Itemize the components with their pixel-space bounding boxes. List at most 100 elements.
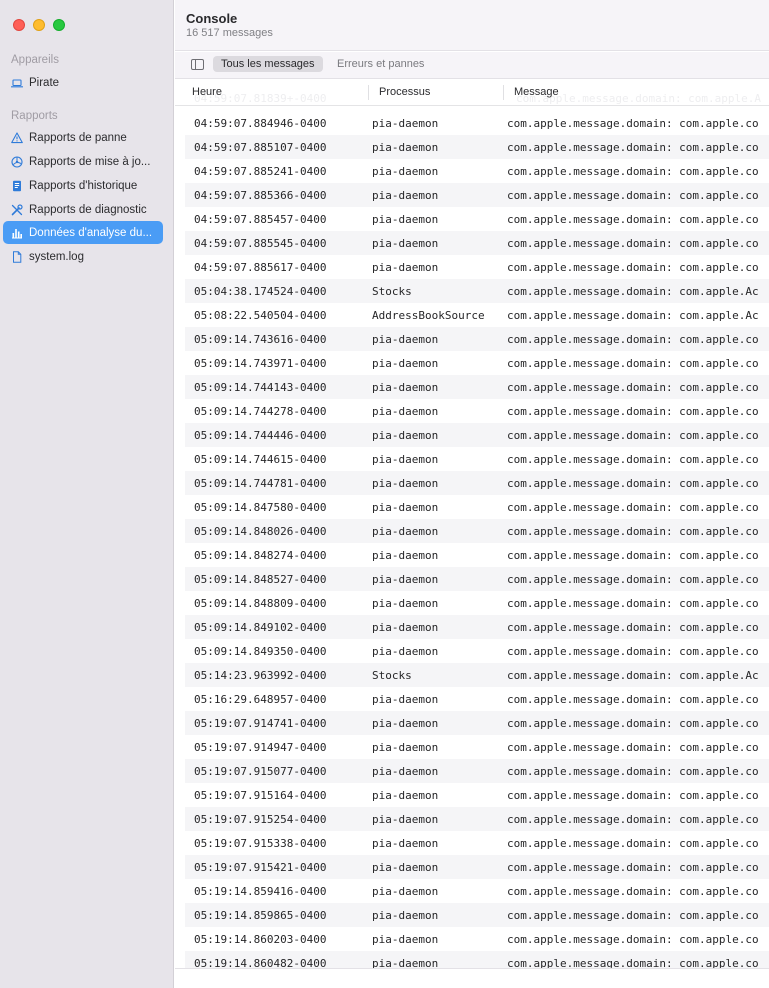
table-row[interactable]: 05:19:07.915421-0400 pia-daemon com.apple.… xyxy=(185,855,769,879)
cell-process: Stocks xyxy=(372,284,412,298)
table-row[interactable]: 04:59:07.885545-0400 pia-daemon com.apple.… xyxy=(185,231,769,255)
column-message[interactable]: Message xyxy=(514,86,559,98)
cell-time: 05:19:07.915164-0400 xyxy=(194,788,327,802)
cell-process: pia-daemon xyxy=(372,212,439,226)
cell-message: com.apple.message.domain: com.apple.co xyxy=(507,596,759,610)
table-row[interactable]: 05:19:14.860203-0400 pia-daemon com.apple.… xyxy=(185,927,769,951)
sidebar-item-label: Pirate xyxy=(29,76,60,89)
table-row[interactable]: 05:09:14.743616-0400 pia-daemon com.apple.… xyxy=(185,327,769,351)
table-row[interactable]: 05:09:14.848527-0400 pia-daemon com.apple.… xyxy=(185,567,769,591)
table-row[interactable]: 05:09:14.744781-0400 pia-daemon com.apple.… xyxy=(185,471,769,495)
sidebar-item-spin-reports[interactable]: Rapports de mise à jo... xyxy=(3,150,163,173)
sidebar-item-analytics-data[interactable]: Données d'analyse du... xyxy=(3,221,163,244)
cell-time: 04:59:07.885617-0400 xyxy=(194,260,327,274)
table-row[interactable]: 05:09:14.848274-0400 pia-daemon com.apple.… xyxy=(185,543,769,567)
log-table[interactable]: 04:59:07.884946-0400 pia-daemon com.apple.… xyxy=(185,111,769,968)
cell-time: 05:09:14.743971-0400 xyxy=(194,356,327,370)
cell-process: pia-daemon xyxy=(372,572,439,586)
cell-message: com.apple.message.domain: com.apple.co xyxy=(507,716,759,730)
table-row[interactable]: 05:16:29.648957-0400 pia-daemon com.apple.… xyxy=(185,687,769,711)
table-row[interactable]: 04:59:07.885107-0400 pia-daemon com.apple.… xyxy=(185,135,769,159)
table-row[interactable]: 05:19:07.915338-0400 pia-daemon com.apple.… xyxy=(185,831,769,855)
table-row[interactable]: 05:08:22.540504-0400 AddressBookSource com… xyxy=(185,303,769,327)
sidebar-item-diagnostic-reports[interactable]: Rapports de diagnostic xyxy=(3,198,163,221)
cell-time: 05:19:14.859416-0400 xyxy=(194,884,327,898)
table-row[interactable]: 05:04:38.174524-0400 Stocks com.apple.mess… xyxy=(185,279,769,303)
cell-message: com.apple.message.domain: com.apple.co xyxy=(507,236,759,250)
sidebar: Appareils Pirate Rapports Rapports de pa… xyxy=(0,0,174,988)
table-row[interactable]: 04:59:07.884946-0400 pia-daemon com.apple.… xyxy=(185,111,769,135)
tab-all-messages[interactable]: Tous les messages xyxy=(213,56,323,72)
table-row[interactable]: 05:19:07.915077-0400 pia-daemon com.apple.… xyxy=(185,759,769,783)
zoom-button[interactable] xyxy=(53,19,65,31)
document-icon xyxy=(11,180,23,192)
cell-message: com.apple.message.domain: com.apple.co xyxy=(507,452,759,466)
cell-message: com.apple.message.domain: com.apple.co xyxy=(507,644,759,658)
cell-time: 04:59:07.885545-0400 xyxy=(194,236,327,250)
cell-time: 05:09:14.848026-0400 xyxy=(194,524,327,538)
table-row[interactable]: 05:09:14.848809-0400 pia-daemon com.apple.… xyxy=(185,591,769,615)
cell-process: pia-daemon xyxy=(372,548,439,562)
table-row[interactable]: 04:59:07.885617-0400 pia-daemon com.apple.… xyxy=(185,255,769,279)
table-row[interactable]: 05:19:07.915254-0400 pia-daemon com.apple.… xyxy=(185,807,769,831)
cell-time: 05:19:14.860203-0400 xyxy=(194,932,327,946)
table-row[interactable]: 05:09:14.847580-0400 pia-daemon com.apple.… xyxy=(185,495,769,519)
sidebar-toggle-icon[interactable] xyxy=(191,59,204,70)
cell-process: pia-daemon xyxy=(372,260,439,274)
table-row[interactable]: 05:09:14.744278-0400 pia-daemon com.apple.… xyxy=(185,399,769,423)
cell-message: com.apple.message.domain: com.apple.co xyxy=(507,332,759,346)
table-row[interactable]: 05:09:14.744615-0400 pia-daemon com.apple.… xyxy=(185,447,769,471)
close-button[interactable] xyxy=(13,19,25,31)
cell-process: pia-daemon xyxy=(372,812,439,826)
minimize-button[interactable] xyxy=(33,19,45,31)
table-row[interactable]: 05:19:14.859865-0400 pia-daemon com.apple.… xyxy=(185,903,769,927)
cell-message: com.apple.message.domain: com.apple.co xyxy=(507,500,759,514)
cell-process: pia-daemon xyxy=(372,692,439,706)
laptop-icon xyxy=(11,77,23,89)
sidebar-item-log-reports[interactable]: Rapports d'historique xyxy=(3,174,163,197)
cell-time: 05:09:14.744143-0400 xyxy=(194,380,327,394)
cell-message: com.apple.message.domain: com.apple.co xyxy=(507,908,759,922)
table-row[interactable]: 05:09:14.744446-0400 pia-daemon com.apple.… xyxy=(185,423,769,447)
table-row[interactable]: 05:09:14.848026-0400 pia-daemon com.apple.… xyxy=(185,519,769,543)
table-row[interactable]: 04:59:07.885457-0400 pia-daemon com.apple.… xyxy=(185,207,769,231)
cell-time: 05:09:14.849102-0400 xyxy=(194,620,327,634)
sidebar-item-label: Rapports de mise à jo... xyxy=(29,155,151,168)
table-row[interactable]: 05:09:14.849350-0400 pia-daemon com.apple.… xyxy=(185,639,769,663)
table-row[interactable]: 05:09:14.743971-0400 pia-daemon com.apple.… xyxy=(185,351,769,375)
table-row[interactable]: 05:19:14.860482-0400 pia-daemon com.apple.… xyxy=(185,951,769,968)
cell-message: com.apple.message.domain: com.apple.co xyxy=(507,764,759,778)
message-count: 16 517 messages xyxy=(186,27,273,39)
cell-time: 05:19:14.859865-0400 xyxy=(194,908,327,922)
cell-process: pia-daemon xyxy=(372,596,439,610)
sidebar-item-system-log[interactable]: system.log xyxy=(3,245,163,268)
window-title: Console xyxy=(186,11,238,26)
table-row[interactable]: 05:09:14.849102-0400 pia-daemon com.apple.… xyxy=(185,615,769,639)
column-divider[interactable] xyxy=(368,85,369,100)
cell-time: 05:09:14.744446-0400 xyxy=(194,428,327,442)
tab-errors-crashes[interactable]: Erreurs et pannes xyxy=(329,56,432,72)
cell-message: com.apple.message.domain: com.apple.co xyxy=(507,380,759,394)
table-row[interactable]: 05:19:07.914947-0400 pia-daemon com.apple.… xyxy=(185,735,769,759)
table-row[interactable]: 04:59:07.885366-0400 pia-daemon com.apple.… xyxy=(185,183,769,207)
table-row[interactable]: 04:59:07.885241-0400 pia-daemon com.apple.… xyxy=(185,159,769,183)
table-row[interactable]: 05:14:23.963992-0400 Stocks com.apple.mess… xyxy=(185,663,769,687)
sidebar-item-label: Données d'analyse du... xyxy=(29,226,153,239)
cell-time: 04:59:07.885457-0400 xyxy=(194,212,327,226)
column-time[interactable]: Heure xyxy=(192,86,222,98)
sidebar-item-label: system.log xyxy=(29,250,84,263)
cell-process: pia-daemon xyxy=(372,500,439,514)
cell-process: pia-daemon xyxy=(372,236,439,250)
table-row[interactable]: 05:09:14.744143-0400 pia-daemon com.apple.… xyxy=(185,375,769,399)
sidebar-item-crash-reports[interactable]: Rapports de panne xyxy=(3,126,163,149)
sidebar-item-device-pirate[interactable]: Pirate xyxy=(3,71,163,94)
column-process[interactable]: Processus xyxy=(379,86,430,98)
sidebar-item-label: Rapports d'historique xyxy=(29,179,138,192)
table-row[interactable]: 05:19:14.859416-0400 pia-daemon com.apple.… xyxy=(185,879,769,903)
reports-header: Rapports xyxy=(11,110,58,122)
table-row[interactable]: 05:19:07.914741-0400 pia-daemon com.apple.… xyxy=(185,711,769,735)
column-header: 04:59:07.81839+-0400 com.apple.message.d… xyxy=(175,80,769,106)
table-row[interactable]: 05:19:07.915164-0400 pia-daemon com.apple.… xyxy=(185,783,769,807)
column-divider[interactable] xyxy=(503,85,504,100)
cell-time: 05:08:22.540504-0400 xyxy=(194,308,327,322)
